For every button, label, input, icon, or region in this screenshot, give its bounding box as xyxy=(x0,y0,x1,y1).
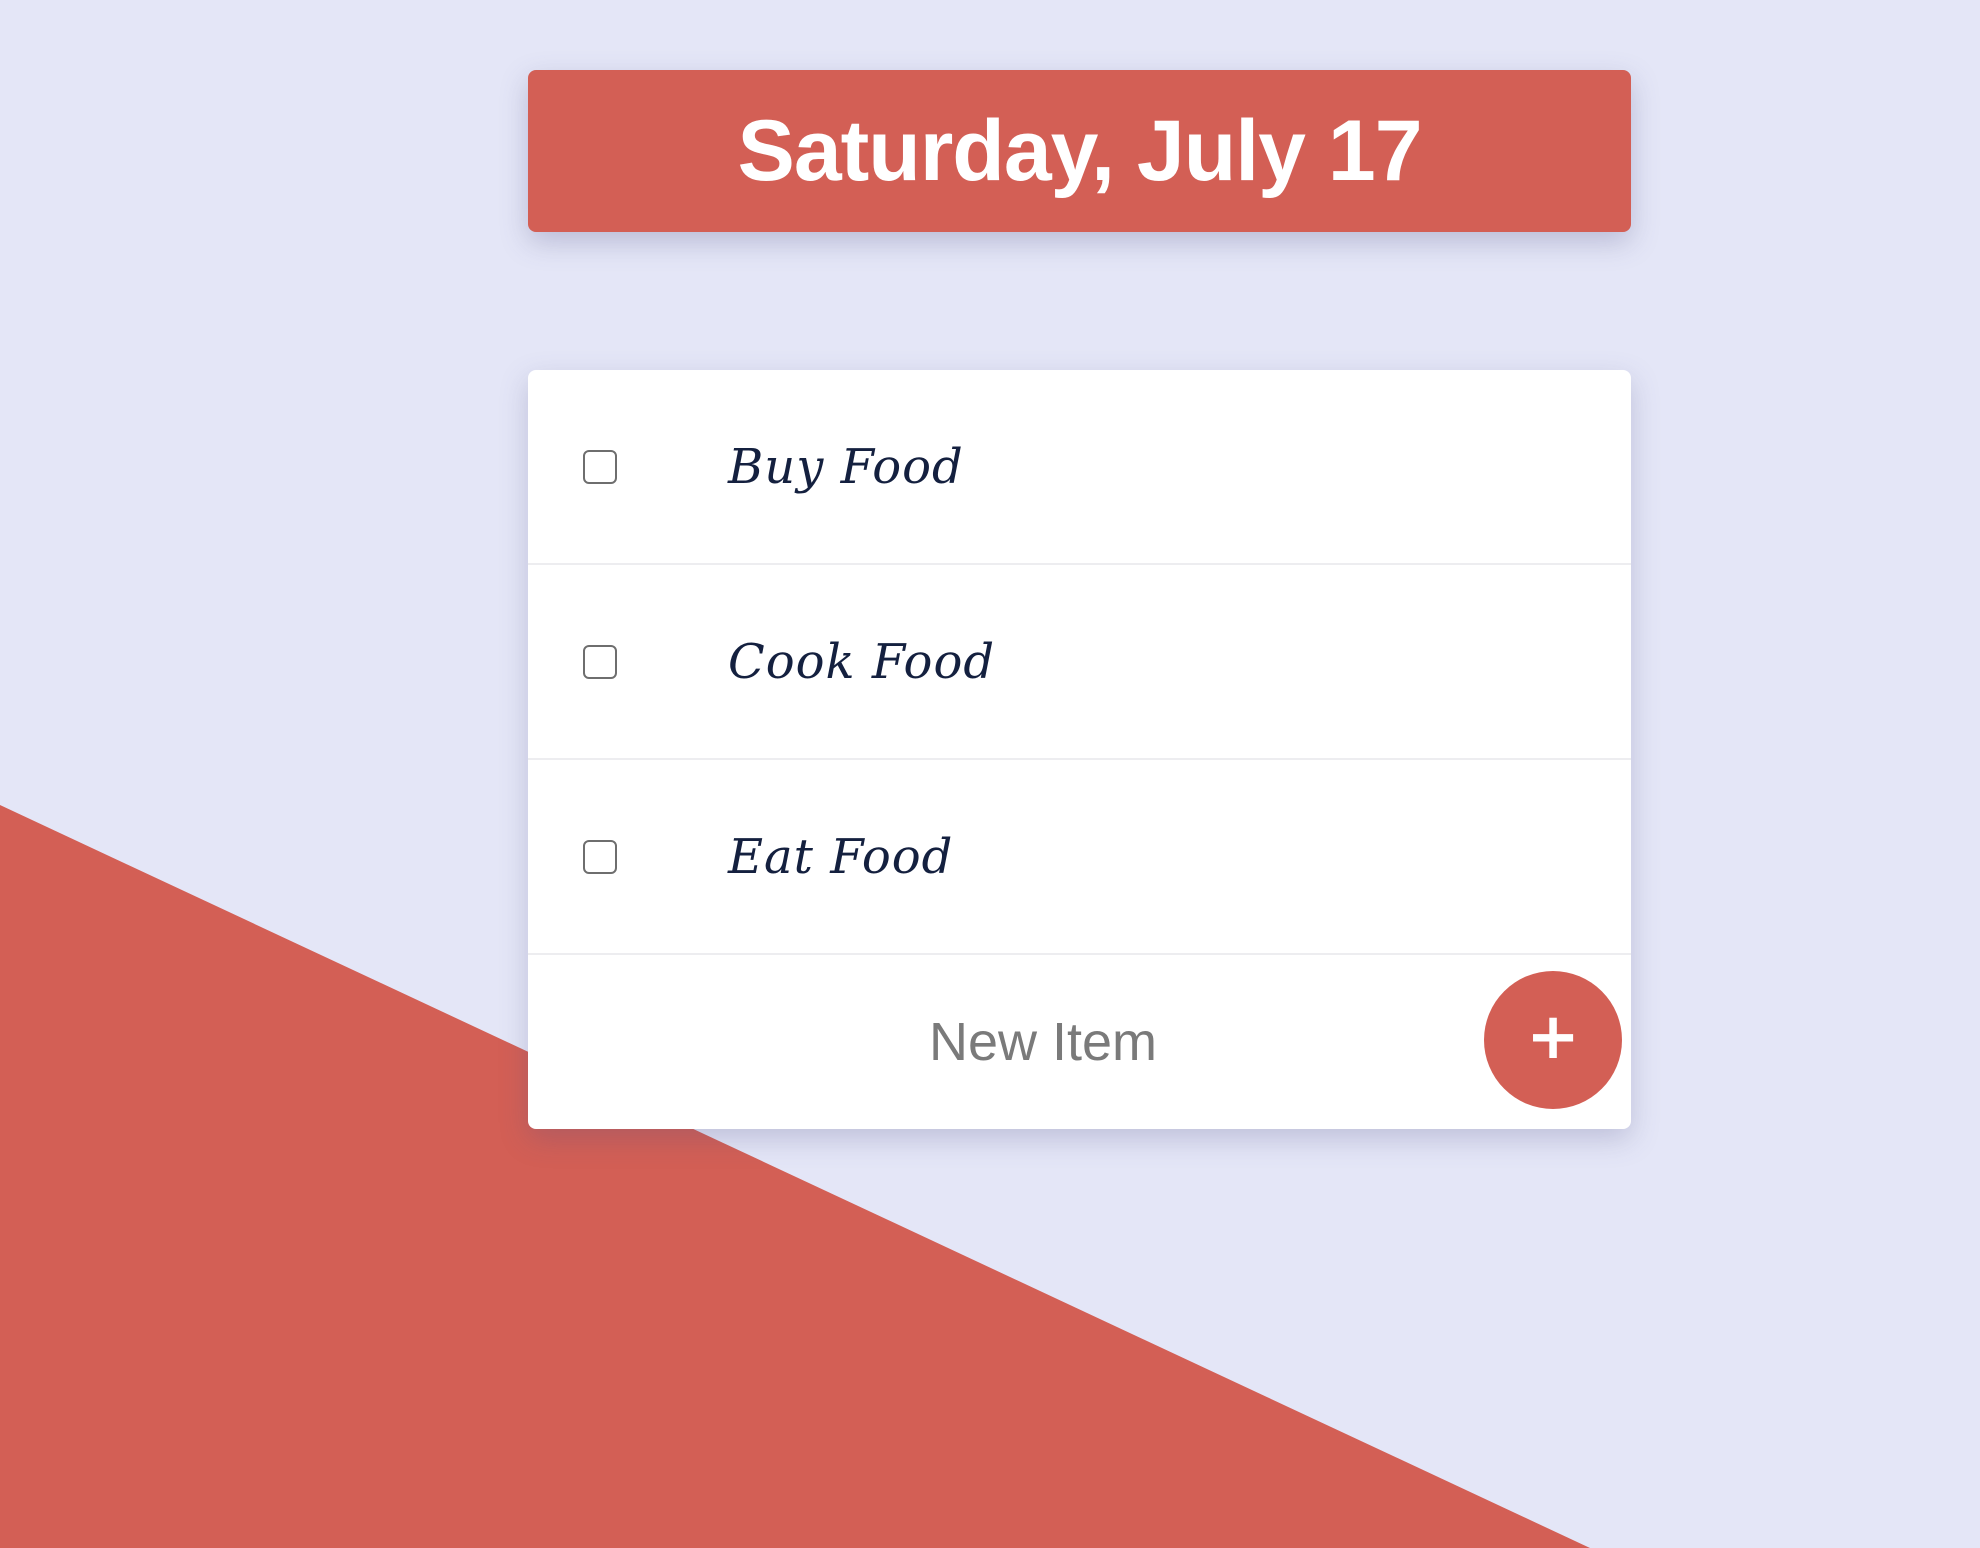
add-item-button[interactable]: + xyxy=(1484,971,1622,1109)
date-header: Saturday, July 17 xyxy=(528,70,1631,232)
plus-icon: + xyxy=(1526,1000,1580,1074)
todo-item-label: Eat Food xyxy=(728,828,954,885)
new-item-input[interactable] xyxy=(528,955,1478,1129)
todo-item-checkbox[interactable] xyxy=(583,644,617,679)
date-title: Saturday, July 17 xyxy=(737,102,1422,199)
new-item-row: + xyxy=(528,955,1631,1129)
todo-item-label: Cook Food xyxy=(728,633,996,690)
todo-item-checkbox[interactable] xyxy=(583,839,617,874)
todo-item: Buy Food xyxy=(528,370,1631,565)
todo-item: Eat Food xyxy=(528,760,1631,955)
todo-item-label: Buy Food xyxy=(728,438,964,495)
todo-card: Buy Food Cook Food Eat Food + xyxy=(528,370,1631,1129)
todo-item-checkbox[interactable] xyxy=(583,449,617,484)
todo-item: Cook Food xyxy=(528,565,1631,760)
